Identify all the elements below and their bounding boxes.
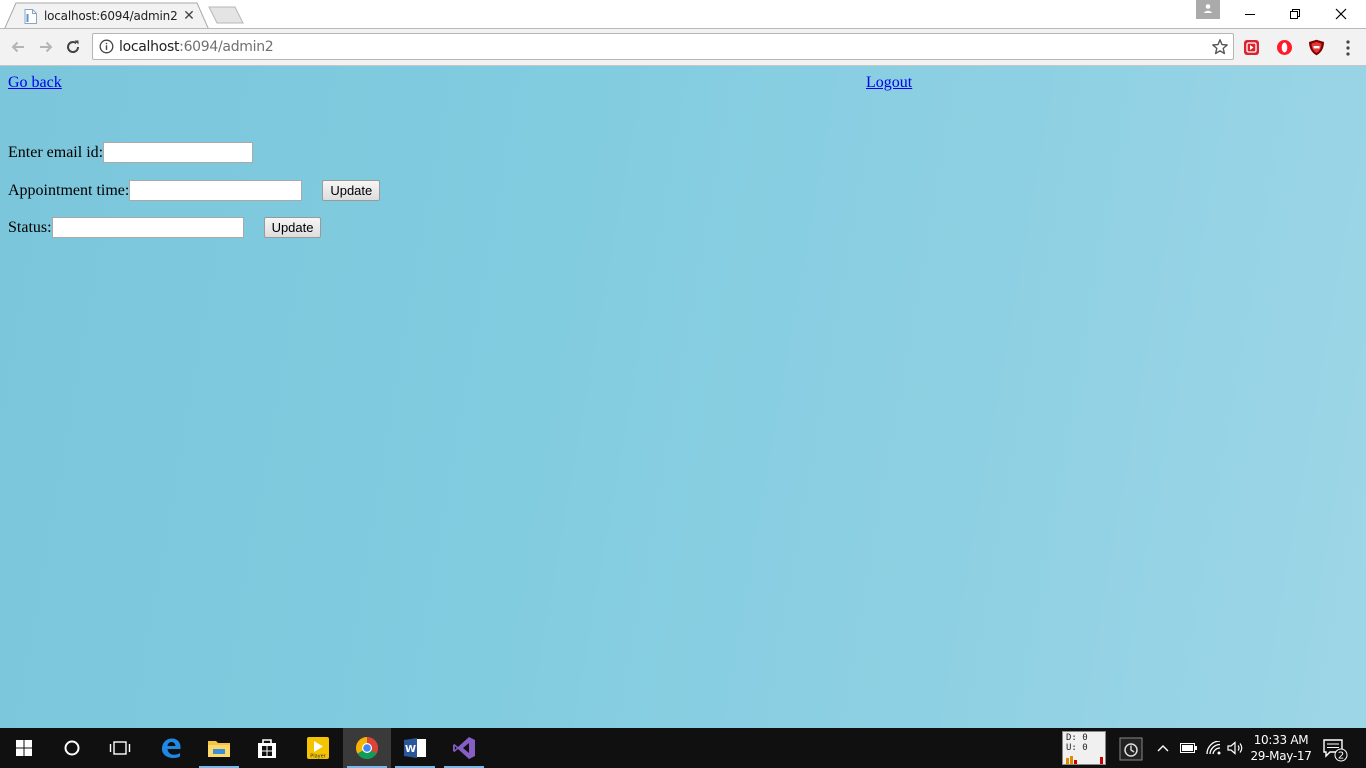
close-icon: [1335, 8, 1347, 20]
speaker-icon: [1227, 741, 1243, 755]
tab-close-icon[interactable]: ✕: [182, 8, 196, 22]
url-host: localhost: [119, 39, 180, 55]
taskbar-chrome[interactable]: [343, 728, 391, 768]
taskbar-player[interactable]: Player: [294, 728, 342, 768]
windows-taskbar: Player W D: 0 U: 0 10:33 AM 29-May-17 2: [0, 728, 1366, 768]
word-icon: W: [404, 738, 426, 758]
visual-studio-icon: [453, 737, 475, 759]
person-icon: [1203, 4, 1213, 13]
extension-red-play-icon[interactable]: [1243, 39, 1260, 56]
info-icon: [99, 39, 114, 54]
address-url[interactable]: localhost:6094/admin2: [119, 39, 274, 55]
player-app-icon: Player: [307, 737, 329, 760]
taskbar-edge[interactable]: [147, 728, 195, 768]
tray-camera-recorder[interactable]: [1116, 734, 1146, 764]
browser-tab[interactable]: localhost:6094/admin2 ✕: [4, 2, 209, 30]
wifi-status[interactable]: [1204, 738, 1224, 758]
appointment-label: Appointment time:: [8, 181, 130, 199]
battery-status[interactable]: [1179, 738, 1199, 758]
task-view-icon: [109, 741, 131, 755]
show-hidden-icons-button[interactable]: [1154, 738, 1172, 758]
notification-count: 2: [1338, 751, 1344, 762]
chrome-icon: [356, 737, 378, 759]
player-app-label: Player: [310, 754, 327, 760]
minimize-icon: [1245, 14, 1255, 15]
volume-control[interactable]: [1226, 738, 1246, 758]
tab-title: localhost:6094/admin2: [44, 9, 178, 23]
task-view-button[interactable]: [96, 728, 144, 768]
shield-extension-icon[interactable]: [1308, 39, 1325, 56]
page-body: Go back Logout Enter email id: Appointme…: [0, 66, 1366, 728]
restore-button[interactable]: [1272, 0, 1318, 28]
more-menu-icon[interactable]: [1340, 39, 1356, 57]
svg-text:W: W: [405, 744, 416, 755]
clock-date: 29-May-17: [1250, 749, 1312, 763]
action-center-button[interactable]: 2: [1322, 736, 1348, 762]
opera-icon[interactable]: [1276, 39, 1293, 56]
status-update-button[interactable]: Update: [263, 217, 322, 238]
address-bar[interactable]: localhost:6094/admin2: [92, 33, 1234, 60]
email-input[interactable]: [103, 142, 254, 163]
reload-button[interactable]: [63, 37, 83, 57]
cortana-circle-icon: [64, 740, 80, 756]
new-tab-button[interactable]: [208, 6, 244, 24]
windows-logo-icon: [16, 740, 32, 756]
network-meter-widget[interactable]: D: 0 U: 0: [1062, 731, 1106, 765]
go-back-link[interactable]: Go back: [8, 74, 62, 92]
appointment-update-button[interactable]: Update: [322, 180, 381, 201]
profile-button[interactable]: [1196, 0, 1220, 19]
taskbar-visual-studio[interactable]: [440, 728, 488, 768]
edge-browser-icon: [162, 738, 181, 758]
status-row: Status: Update: [8, 217, 322, 238]
start-button[interactable]: [0, 728, 48, 768]
browser-toolbar: localhost:6094/admin2: [0, 29, 1366, 66]
netmeter-bars-icon: [1066, 756, 1103, 764]
url-path: :6094/admin2: [179, 39, 274, 55]
status-input[interactable]: [51, 217, 244, 238]
reload-icon: [67, 40, 80, 53]
email-row: Enter email id:: [8, 142, 254, 163]
arrow-left-icon: [11, 41, 24, 53]
logout-link[interactable]: Logout: [866, 74, 912, 92]
netmeter-upload: U: 0: [1066, 743, 1088, 753]
arrow-right-icon: [40, 41, 53, 53]
battery-icon: [1180, 743, 1197, 753]
page-favicon-icon: [24, 9, 37, 24]
taskbar-word[interactable]: W: [391, 728, 439, 768]
close-window-button[interactable]: [1318, 0, 1364, 28]
status-label: Status:: [8, 218, 52, 236]
taskbar-file-explorer[interactable]: [195, 728, 243, 768]
minimize-button[interactable]: [1227, 0, 1273, 28]
store-bag-icon: [258, 739, 276, 758]
appointment-time-input[interactable]: [129, 180, 303, 201]
browser-titlebar: localhost:6094/admin2 ✕: [0, 0, 1366, 30]
recorder-icon: [1119, 737, 1143, 761]
forward-button[interactable]: [36, 37, 56, 57]
restore-icon: [1290, 9, 1300, 19]
back-button[interactable]: [8, 37, 28, 57]
netmeter-download: D: 0: [1066, 733, 1088, 743]
cortana-search-button[interactable]: [48, 728, 96, 768]
bookmark-star-icon[interactable]: [1211, 38, 1229, 56]
appointment-row: Appointment time: Update: [8, 180, 381, 201]
clock-time: 10:33 AM: [1253, 733, 1309, 747]
taskbar-store[interactable]: [243, 728, 291, 768]
wifi-icon: [1206, 741, 1221, 755]
email-label: Enter email id:: [8, 143, 104, 161]
notification-icon: 2: [1323, 739, 1348, 762]
chevron-up-icon: [1157, 745, 1169, 752]
folder-icon: [208, 741, 230, 757]
taskbar-clock[interactable]: 10:33 AM 29-May-17: [1246, 732, 1316, 764]
